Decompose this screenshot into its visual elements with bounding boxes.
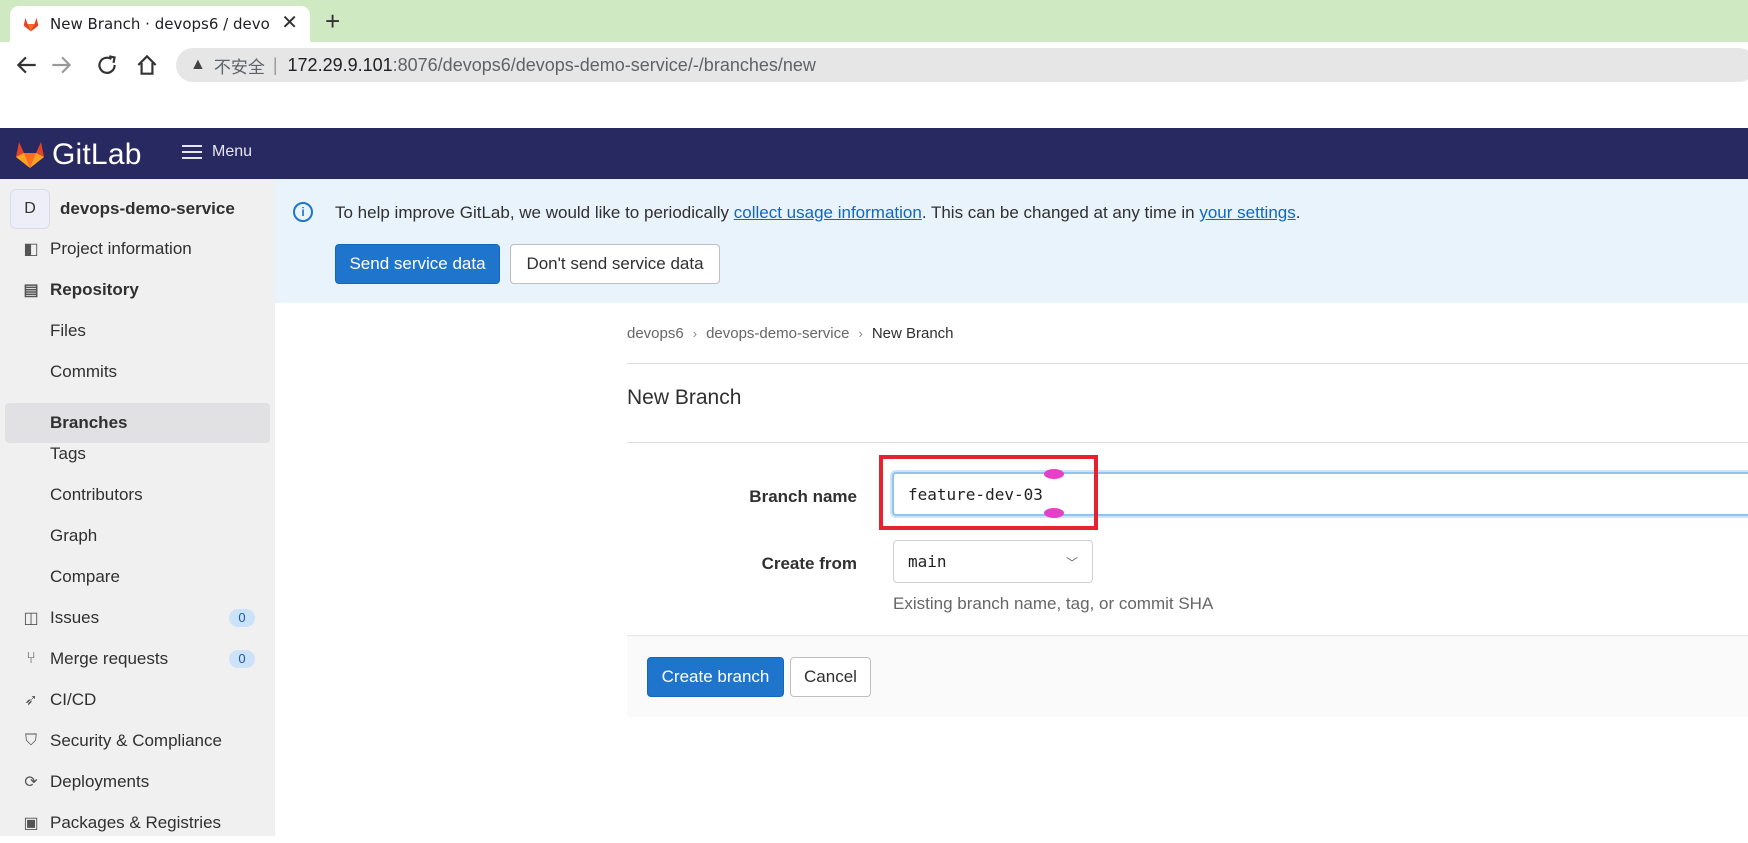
chevron-right-icon: ›: [692, 326, 698, 341]
sidebar-item-graph[interactable]: Graph: [0, 516, 275, 556]
browser-tab-bar: New Branch · devops6 / devops ✕ +: [0, 0, 1748, 42]
sidebar-item-label: Branches: [50, 413, 128, 432]
branch-name-label: Branch name: [749, 487, 857, 506]
sidebar-item-security-compliance[interactable]: ⛉ Security & Compliance: [0, 721, 275, 761]
sidebar-item-label: Graph: [50, 526, 98, 545]
reload-icon[interactable]: [94, 52, 120, 78]
dont-send-service-data-button[interactable]: Don't send service data: [510, 244, 720, 284]
annotation-highlight-box: [879, 455, 1098, 530]
sidebar-item-label: Commits: [50, 362, 118, 381]
merge-request-icon: ⑂: [26, 650, 36, 667]
forward-arrow-icon[interactable]: [48, 52, 74, 78]
package-icon: ▣: [23, 815, 39, 832]
warning-icon: ▲: [190, 56, 206, 73]
sidebar-item-label: Project information: [50, 239, 192, 258]
create-from-help-text: Existing branch name, tag, or commit SHA: [893, 594, 1214, 613]
sidebar-item-label: Files: [50, 321, 86, 340]
service-ping-banner: i To help improve GitLab, we would like …: [275, 179, 1748, 303]
sidebar-item-label: Contributors: [50, 485, 143, 504]
sidebar-item-label: Security & Compliance: [50, 731, 222, 750]
sidebar-item-project-information[interactable]: ◧ Project information: [0, 229, 275, 269]
tab-close-icon[interactable]: ✕: [281, 13, 298, 33]
gitlab-logo-icon[interactable]: [14, 138, 46, 170]
shield-icon: ⛉: [24, 732, 37, 749]
breadcrumb-item-devops6[interactable]: devops6: [627, 325, 684, 342]
browser-tab[interactable]: New Branch · devops6 / devops ✕: [10, 6, 310, 42]
breadcrumb: devops6 › devops-demo-service › New Bran…: [627, 325, 954, 342]
text-cursor-handle-top: [1044, 469, 1064, 479]
banner-text-before: To help improve GitLab, we would like to…: [335, 203, 734, 222]
url-path: :8076/devops6/devops-demo-service/-/bran…: [392, 54, 816, 75]
tab-title: New Branch · devops6 / devops: [50, 15, 270, 33]
breadcrumb-item-current[interactable]: New Branch: [872, 325, 954, 342]
sidebar-item-commits[interactable]: Commits: [0, 352, 275, 392]
create-from-select[interactable]: main ﹀: [893, 540, 1093, 583]
banner-message: To help improve GitLab, we would like to…: [335, 203, 1300, 223]
form-actions: Create branch Cancel: [627, 635, 1748, 717]
deployments-icon: ⟳: [24, 774, 38, 791]
sidebar-item-compare[interactable]: Compare: [0, 557, 275, 597]
info-icon: i: [293, 202, 313, 222]
browser-toolbar: ▲ 不安全 | 172.29.9.101 :8076/devops6/devop…: [0, 42, 1748, 88]
project-icon: ◧: [23, 241, 39, 258]
menu-button[interactable]: Menu: [182, 141, 252, 163]
sidebar-item-label: Issues: [50, 608, 100, 627]
project-avatar: D: [10, 189, 50, 229]
sidebar-item-merge-requests[interactable]: ⑂ Merge requests 0: [0, 639, 275, 679]
chevron-right-icon: ›: [858, 326, 863, 341]
create-from-label: Create from: [761, 554, 857, 573]
project-sidebar: D devops-demo-service ◧ Project informat…: [0, 179, 275, 836]
merge-requests-count-badge: 0: [229, 650, 255, 668]
breadcrumb-item-project[interactable]: devops-demo-service: [706, 325, 849, 342]
sidebar-item-files[interactable]: Files: [0, 311, 275, 351]
banner-text-after: .: [1295, 203, 1301, 222]
text-cursor-handle-bottom: [1044, 508, 1064, 518]
hamburger-icon: [182, 141, 202, 163]
your-settings-link[interactable]: your settings: [1199, 203, 1295, 222]
project-name: devops-demo-service: [60, 199, 235, 218]
cancel-button[interactable]: Cancel: [790, 657, 871, 697]
back-arrow-icon[interactable]: [14, 52, 40, 78]
sidebar-item-label: Repository: [50, 280, 139, 299]
url-separator: |: [272, 54, 278, 75]
new-tab-icon[interactable]: +: [325, 6, 340, 37]
banner-text-middle: . This can be changed at any time in: [921, 203, 1200, 222]
sidebar-item-label: CI/CD: [50, 690, 97, 709]
sidebar-item-deployments[interactable]: ⟳ Deployments: [0, 762, 275, 802]
sidebar-item-contributors[interactable]: Contributors: [0, 475, 275, 515]
send-service-data-button[interactable]: Send service data: [335, 244, 500, 284]
create-from-value: main: [908, 552, 947, 571]
collect-usage-link[interactable]: collect usage information: [734, 203, 922, 222]
sidebar-item-ci-cd[interactable]: ➶ CI/CD: [0, 680, 275, 720]
menu-label: Menu: [212, 143, 253, 160]
divider: [627, 363, 1748, 364]
gitlab-header: GitLab Menu: [0, 128, 1748, 179]
issues-icon: ◫: [23, 610, 39, 627]
sidebar-item-label: Merge requests: [50, 649, 169, 668]
document-icon: ▤: [23, 282, 39, 299]
gitlab-favicon-icon: [23, 17, 39, 32]
home-icon[interactable]: [134, 52, 160, 78]
page-title: New Branch: [627, 386, 742, 409]
url-host: 172.29.9.101: [287, 54, 393, 75]
address-bar[interactable]: ▲ 不安全 | 172.29.9.101 :8076/devops6/devop…: [176, 48, 1748, 82]
sidebar-item-label: Compare: [50, 567, 120, 586]
sidebar-item-repository[interactable]: ▤ Repository: [0, 270, 275, 310]
rocket-icon: ➶: [24, 692, 38, 709]
sidebar-item-label: Tags: [50, 444, 86, 463]
chevron-down-icon: ﹀: [1065, 556, 1078, 570]
issues-count-badge: 0: [229, 609, 255, 627]
sidebar-item-tags[interactable]: Tags: [0, 434, 275, 474]
divider: [627, 442, 1748, 443]
insecure-label: 不安全: [213, 57, 265, 78]
sidebar-item-label: Packages & Registries: [50, 813, 222, 832]
gitlab-wordmark[interactable]: GitLab: [52, 138, 142, 172]
sidebar-item-issues[interactable]: ◫ Issues 0: [0, 598, 275, 638]
create-branch-button[interactable]: Create branch: [647, 657, 784, 697]
project-header[interactable]: D devops-demo-service: [10, 189, 235, 229]
sidebar-item-packages-registries[interactable]: ▣ Packages & Registries: [0, 803, 275, 843]
sidebar-item-label: Deployments: [50, 772, 150, 791]
